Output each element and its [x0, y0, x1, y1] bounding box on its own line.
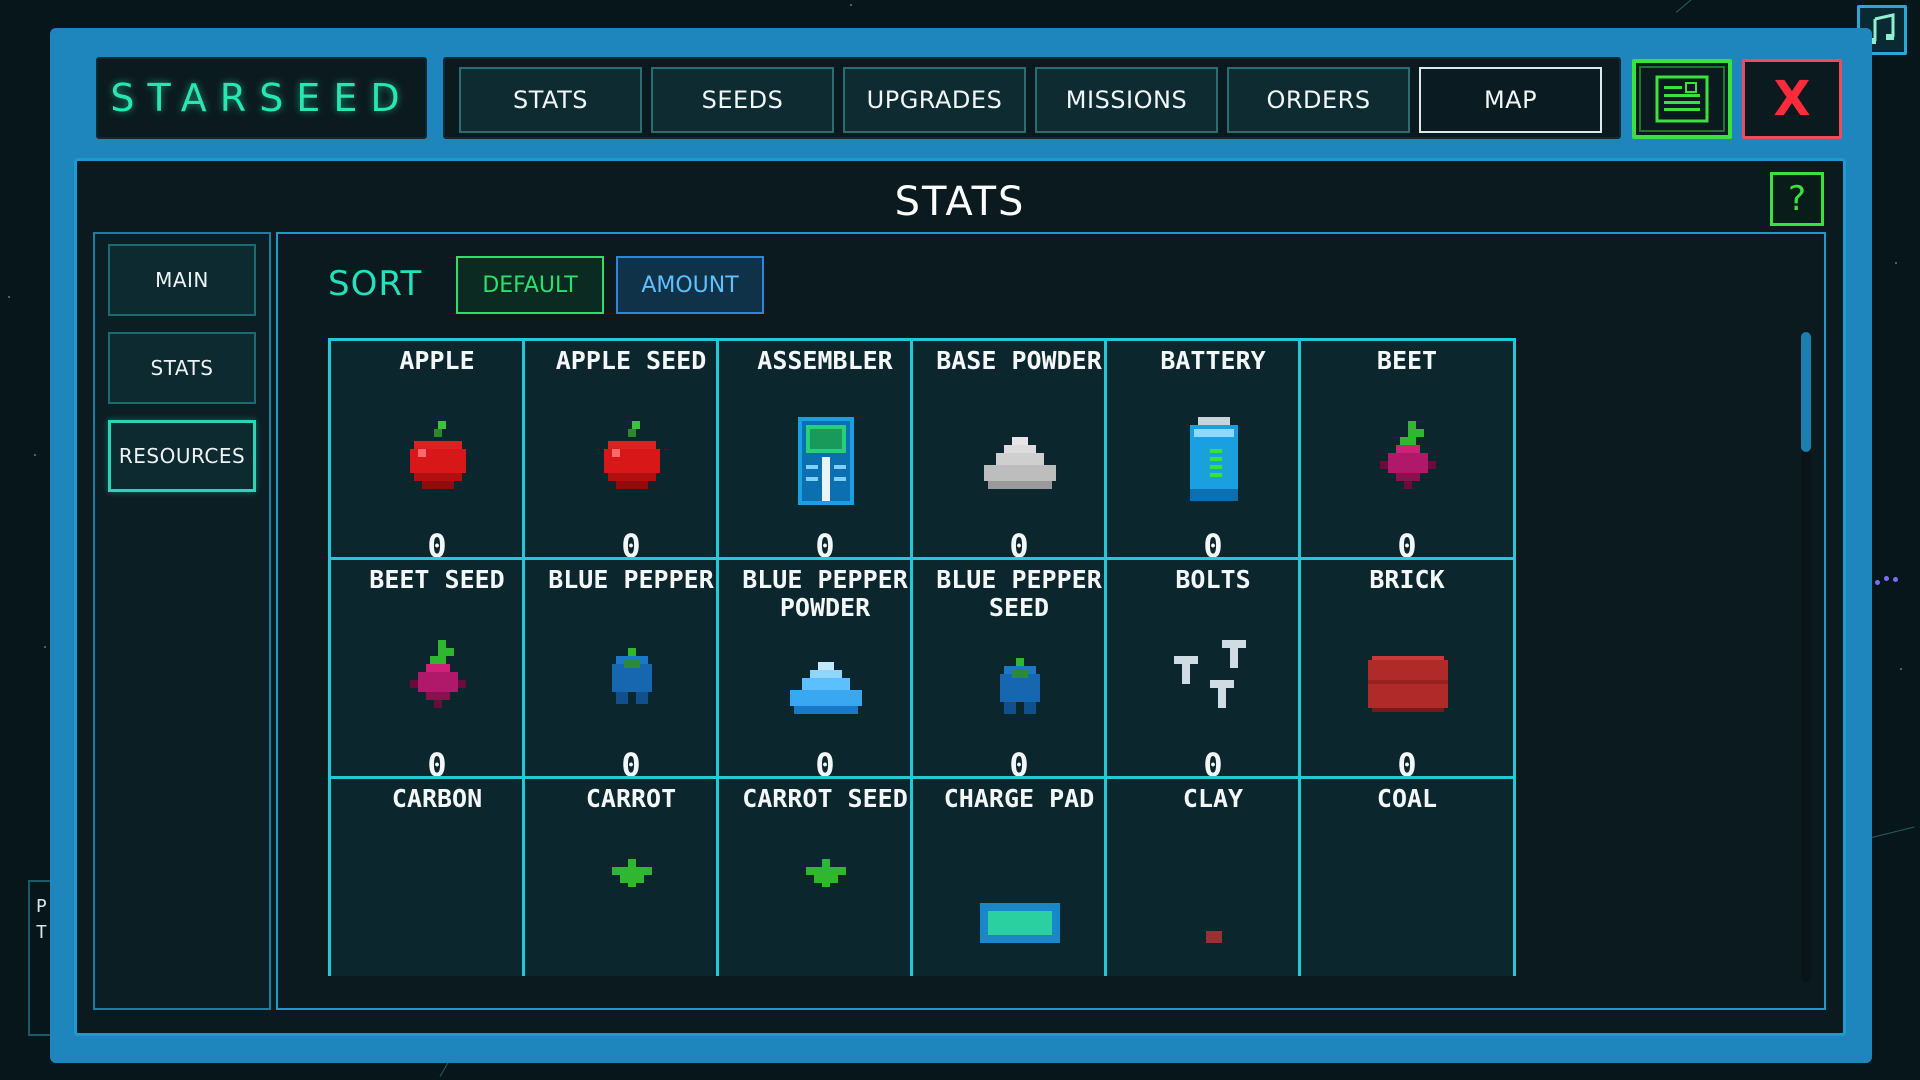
charge-pad-icon — [972, 851, 1068, 947]
resource-card[interactable]: APPLE SEED 0 — [522, 338, 740, 584]
blue-pepper-icon — [972, 642, 1068, 738]
bolts-icon — [1166, 632, 1262, 728]
resource-name: BASE POWDER — [936, 346, 1102, 375]
battery-icon — [1166, 413, 1262, 509]
resource-name: CARROT — [585, 784, 677, 813]
resource-card[interactable]: BOLTS 0 — [1104, 557, 1322, 803]
help-button[interactable]: ? — [1770, 172, 1824, 226]
resource-card[interactable]: CHARGE PAD — [910, 776, 1128, 976]
resource-card[interactable]: BEET 0 — [1298, 338, 1516, 584]
resource-card[interactable]: BLUE PEPPER 0 — [522, 557, 740, 803]
tab-orders[interactable]: ORDERS — [1227, 67, 1410, 133]
resource-name: BLUE PEPPER — [548, 565, 714, 594]
resource-card[interactable]: BATTERY 0 — [1104, 338, 1322, 584]
none-icon — [390, 851, 486, 947]
resource-name: COAL — [1376, 784, 1438, 813]
panel-title: STATS — [894, 179, 1026, 225]
resource-name: APPLE — [399, 346, 475, 375]
close-icon: X — [1773, 71, 1811, 127]
resource-card[interactable]: BEET SEED 0 — [328, 557, 546, 803]
ghost-letter: P — [36, 896, 47, 917]
offscreen-panel-edge: P T — [28, 880, 50, 1036]
resource-name: BRICK — [1369, 565, 1445, 594]
none-icon — [1360, 851, 1456, 947]
log-button[interactable] — [1632, 59, 1732, 139]
resource-name: BATTERY — [1160, 346, 1266, 375]
scrollbar-thumb[interactable] — [1801, 332, 1811, 452]
resource-name: CARBON — [391, 784, 483, 813]
beet-icon — [390, 632, 486, 728]
resource-name: BEET SEED — [369, 565, 505, 594]
sidebar-item-stats[interactable]: STATS — [108, 332, 256, 404]
resource-card[interactable]: ASSEMBLER 0 — [716, 338, 934, 584]
resource-name: BLUE PEPPER POWDER — [742, 565, 908, 622]
tab-stats[interactable]: STATS — [459, 67, 642, 133]
apple-icon — [390, 413, 486, 509]
stats-sidebar: MAIN STATS RESOURCES — [93, 232, 271, 1010]
resource-card[interactable]: CLAY — [1104, 776, 1322, 976]
clay-icon — [1166, 851, 1262, 947]
sidebar-item-resources[interactable]: RESOURCES — [108, 420, 256, 492]
tab-missions[interactable]: MISSIONS — [1035, 67, 1218, 133]
carrot-icon — [584, 851, 680, 947]
powder-blue-icon — [778, 642, 874, 738]
log-document-icon — [1655, 75, 1709, 123]
scrollbar[interactable] — [1801, 332, 1811, 982]
resource-card[interactable]: BASE POWDER 0 — [910, 338, 1128, 584]
assembler-icon — [778, 413, 874, 509]
resource-card[interactable]: CARBON — [328, 776, 546, 976]
help-icon: ? — [1787, 179, 1807, 219]
powder-gray-icon — [972, 413, 1068, 509]
resources-content: SORT DEFAULT AMOUNT APPLE 0 APPLE SEED 0 ASS… — [276, 232, 1826, 1010]
resource-card[interactable]: BRICK 0 — [1298, 557, 1516, 803]
resource-name: ASSEMBLER — [757, 346, 893, 375]
brand-logo: STARSEED — [96, 57, 427, 139]
resource-name: BEET — [1376, 346, 1438, 375]
resource-name: APPLE SEED — [555, 346, 707, 375]
resource-card[interactable]: APPLE 0 — [328, 338, 546, 584]
resource-grid: APPLE 0 APPLE SEED 0 ASSEMBLER 0 BASE POWDER 0 B… — [278, 234, 1824, 976]
resource-name: CARROT SEED — [742, 784, 908, 813]
sidebar-item-main[interactable]: MAIN — [108, 244, 256, 316]
apple-icon — [584, 413, 680, 509]
close-button[interactable]: X — [1742, 59, 1842, 139]
ghost-letter: T — [36, 922, 47, 943]
resource-name: CHARGE PAD — [943, 784, 1095, 813]
resource-card[interactable]: COAL — [1298, 776, 1516, 976]
tab-seeds[interactable]: SEEDS — [651, 67, 834, 133]
blue-pepper-icon — [584, 632, 680, 728]
beet-icon — [1360, 413, 1456, 509]
resource-card[interactable]: BLUE PEPPER SEED 0 — [910, 557, 1128, 803]
resource-name: BOLTS — [1175, 565, 1251, 594]
tab-map[interactable]: MAP — [1419, 67, 1602, 133]
resource-name: CLAY — [1182, 784, 1244, 813]
resource-name: BLUE PEPPER SEED — [936, 565, 1102, 622]
tab-upgrades[interactable]: UPGRADES — [843, 67, 1026, 133]
resource-card[interactable]: CARROT — [522, 776, 740, 976]
resource-card[interactable]: BLUE PEPPER POWDER 0 — [716, 557, 934, 803]
resource-card[interactable]: CARROT SEED — [716, 776, 934, 976]
carrot-icon — [778, 851, 874, 947]
main-tab-bar: STATS SEEDS UPGRADES MISSIONS ORDERS MAP — [443, 57, 1621, 139]
brick-icon — [1360, 632, 1456, 728]
